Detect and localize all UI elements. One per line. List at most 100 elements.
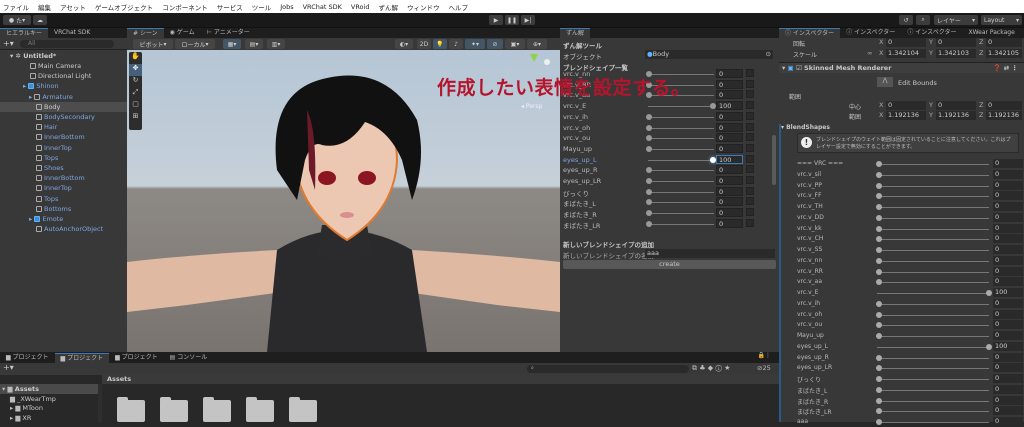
weight-value[interactable]: 0 bbox=[993, 363, 1023, 373]
blendshape-slider[interactable] bbox=[648, 138, 714, 140]
blendshape-value[interactable]: 0 bbox=[716, 218, 743, 228]
hierarchy-item[interactable]: InnerTop bbox=[0, 143, 127, 153]
menu-item[interactable]: ツール bbox=[252, 2, 272, 12]
slider-handle[interactable] bbox=[646, 188, 652, 195]
blendshape-value[interactable]: 0 bbox=[716, 90, 743, 100]
hierarchy-item[interactable]: ▸ Emote bbox=[0, 214, 127, 224]
account-button[interactable]: ● た ▾ bbox=[3, 15, 31, 25]
slider-handle[interactable] bbox=[876, 311, 882, 318]
object-field[interactable]: ●Body ⊙ bbox=[645, 50, 773, 59]
scale-x[interactable]: 1.342104 bbox=[886, 49, 926, 58]
slider-handle[interactable] bbox=[876, 268, 882, 275]
slider-handle[interactable] bbox=[876, 204, 882, 210]
hierarchy-item[interactable]: Directional Light bbox=[0, 71, 127, 81]
blendshape-slider[interactable] bbox=[648, 213, 714, 215]
slider-handle[interactable] bbox=[646, 220, 652, 227]
weight-slider[interactable] bbox=[877, 389, 989, 391]
blendshape-value[interactable]: 0 bbox=[716, 79, 743, 89]
hierarchy-item[interactable]: InnerBottom bbox=[0, 132, 127, 142]
blendshape-value[interactable]: 0 bbox=[716, 197, 743, 207]
tab-vrchat-sdk[interactable]: VRChat SDK bbox=[48, 28, 96, 38]
hand-tool[interactable]: ✋ bbox=[129, 52, 142, 64]
hierarchy-item[interactable]: Hair bbox=[0, 122, 127, 132]
new-name-input[interactable]: aaa bbox=[645, 249, 775, 258]
slider-handle[interactable] bbox=[876, 376, 882, 382]
weight-value[interactable]: 0 bbox=[993, 277, 1023, 287]
weight-value[interactable]: 0 bbox=[993, 374, 1023, 383]
weight-slider[interactable] bbox=[877, 336, 989, 337]
layers-dropdown[interactable]: レイヤー ▾ bbox=[934, 15, 978, 25]
menu-item[interactable]: ヘルプ bbox=[448, 2, 468, 12]
project-folder[interactable]: ▸ ▆ MToon bbox=[0, 403, 98, 413]
menu-item[interactable]: アセット bbox=[60, 2, 86, 12]
2d-toggle[interactable]: 2D bbox=[417, 39, 431, 49]
blendshape-checkbox[interactable] bbox=[746, 69, 754, 77]
slider-handle[interactable] bbox=[876, 247, 882, 253]
weight-value[interactable]: 0 bbox=[993, 298, 1023, 308]
extent-z[interactable]: 1.192136 bbox=[986, 111, 1022, 120]
hierarchy-item[interactable]: Shoes bbox=[0, 163, 127, 173]
hierarchy-item[interactable]: InnerBottom bbox=[0, 173, 127, 183]
menu-item[interactable]: VRoid bbox=[351, 3, 370, 11]
blendshape-checkbox[interactable] bbox=[746, 133, 754, 142]
blendshape-slider[interactable] bbox=[648, 202, 714, 204]
slider-handle[interactable] bbox=[876, 182, 882, 189]
tab-inspector-3[interactable]: ⓘ インスペクター bbox=[901, 28, 962, 38]
draw-mode-dropdown[interactable]: ◐▾ bbox=[395, 39, 413, 49]
create-button[interactable]: create bbox=[563, 260, 776, 269]
weight-slider[interactable] bbox=[877, 346, 989, 348]
projection-label[interactable]: ◂ Persp bbox=[521, 103, 542, 110]
blendshape-checkbox[interactable] bbox=[746, 101, 754, 110]
component-header[interactable]: ▾ ▣ ☑ Skinned Mesh Renderer ❓ ⇄ ⋮ bbox=[779, 62, 1024, 73]
slider-handle[interactable] bbox=[646, 167, 652, 174]
slider-handle[interactable] bbox=[876, 161, 882, 167]
menu-item[interactable]: 編集 bbox=[38, 2, 51, 12]
slider-handle[interactable] bbox=[876, 193, 882, 200]
blendshape-checkbox[interactable] bbox=[746, 154, 754, 163]
weight-slider[interactable] bbox=[877, 400, 989, 402]
weight-slider[interactable] bbox=[877, 411, 989, 413]
scene-root[interactable]: ▾ ✲ Untitled* bbox=[0, 51, 127, 61]
tab-xwear-package[interactable]: XWear Package bbox=[962, 28, 1020, 38]
enabled-checkbox[interactable]: ☑ bbox=[796, 64, 802, 72]
folder-icon[interactable] bbox=[160, 397, 188, 422]
slider-handle[interactable] bbox=[646, 124, 652, 131]
blendshape-checkbox[interactable] bbox=[746, 165, 754, 174]
effects-dropdown[interactable]: ✦▾ bbox=[465, 39, 485, 49]
slider-handle[interactable] bbox=[876, 171, 882, 178]
orientation-gizmo[interactable] bbox=[530, 54, 550, 65]
slider-handle[interactable] bbox=[876, 354, 882, 361]
weight-slider[interactable] bbox=[877, 282, 989, 284]
history-button[interactable]: ↺ bbox=[899, 15, 913, 25]
blendshape-value[interactable]: 0 bbox=[716, 133, 743, 143]
weight-value[interactable]: 0 bbox=[993, 245, 1023, 254]
audio-toggle[interactable]: ♪ bbox=[449, 39, 463, 49]
slider-handle[interactable] bbox=[876, 408, 882, 415]
slider-handle[interactable] bbox=[876, 225, 882, 232]
weight-value[interactable]: 0 bbox=[993, 309, 1023, 319]
weight-slider[interactable] bbox=[877, 217, 989, 219]
slider-handle[interactable] bbox=[646, 199, 652, 206]
folder-icon[interactable] bbox=[289, 397, 317, 422]
hierarchy-item[interactable]: Tops bbox=[0, 194, 127, 204]
rotate-tool[interactable]: ↻ bbox=[129, 76, 142, 88]
blendshape-checkbox[interactable] bbox=[746, 111, 754, 120]
slider-handle[interactable] bbox=[876, 214, 882, 221]
scale-z[interactable]: 1.342105 bbox=[986, 49, 1022, 58]
weight-slider[interactable] bbox=[877, 196, 989, 198]
blendshape-value[interactable]: 0 bbox=[716, 186, 743, 196]
menu-item[interactable]: Jobs bbox=[280, 3, 293, 11]
folder-icon[interactable] bbox=[246, 397, 274, 422]
rect-tool[interactable]: ▢ bbox=[129, 100, 142, 112]
hidden-toggle[interactable]: ⊘ bbox=[487, 39, 503, 49]
component-menu-icons[interactable]: ❓ ⇄ ⋮ bbox=[993, 63, 1018, 73]
rotation-x[interactable]: 0 bbox=[886, 38, 926, 47]
lighting-toggle[interactable]: 💡 bbox=[433, 39, 447, 49]
blendshape-slider[interactable] bbox=[648, 191, 714, 193]
local-dropdown[interactable]: ローカル ▾ bbox=[175, 39, 215, 49]
menu-item[interactable]: ファイル bbox=[3, 2, 29, 12]
weight-slider[interactable] bbox=[877, 357, 989, 359]
pivot-dropdown[interactable]: ピボット ▾ bbox=[133, 39, 173, 49]
slider-handle[interactable] bbox=[986, 343, 992, 350]
list-scrollbar[interactable] bbox=[772, 80, 776, 240]
